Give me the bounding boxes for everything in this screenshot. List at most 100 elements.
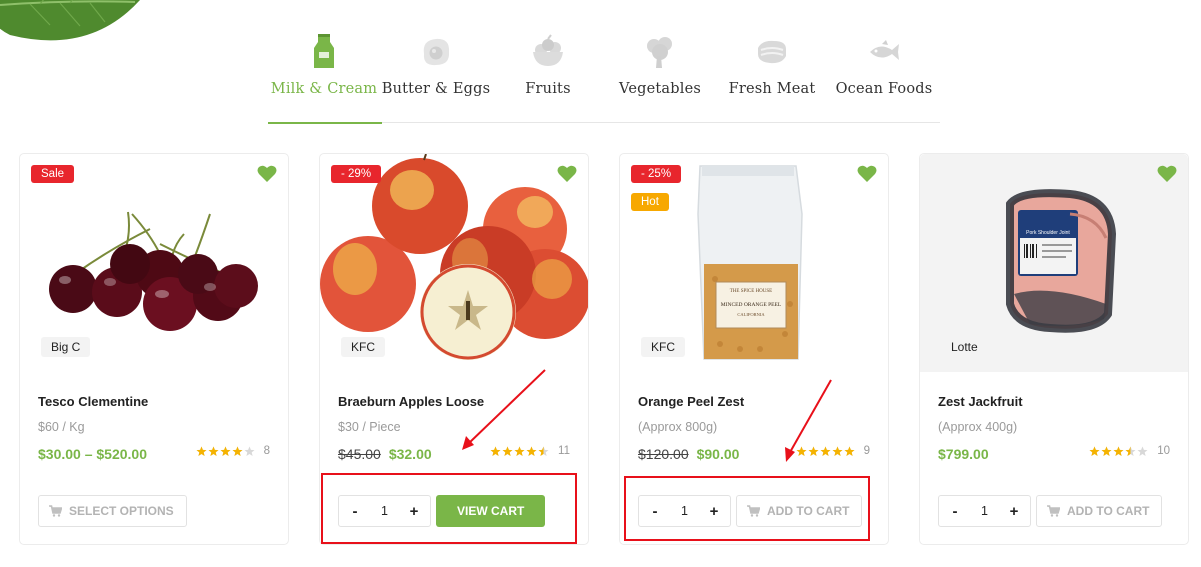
- cart-icon: [1047, 505, 1060, 517]
- tab-butter-eggs[interactable]: Butter & Eggs: [380, 28, 492, 123]
- review-count: 8: [263, 445, 270, 457]
- hot-badge: Hot: [631, 193, 669, 211]
- product-card: Pork Shoulder Joint Lotte Zest Jackfruit…: [919, 153, 1189, 545]
- star-full-icon: [808, 446, 819, 456]
- star-full-icon: [1089, 446, 1100, 456]
- old-price: $120.00: [638, 446, 689, 462]
- product-unit: $30 / Piece: [338, 420, 401, 434]
- add-to-cart-label: ADD TO CART: [1067, 504, 1150, 518]
- leaf-decoration: [0, 0, 140, 41]
- tab-label: Fresh Meat: [728, 81, 816, 97]
- tab-vegetables[interactable]: Vegetables: [604, 28, 716, 123]
- star-half-icon: [538, 446, 549, 456]
- product-name[interactable]: Zest Jackfruit: [938, 394, 1023, 409]
- package-label-text: Pork Shoulder Joint: [1026, 230, 1070, 236]
- star-full-icon: [526, 446, 537, 456]
- star-full-icon: [196, 446, 207, 456]
- product-price: $30.00 – $520.00: [38, 446, 147, 462]
- review-count: 11: [558, 445, 570, 457]
- product-price: $799.00: [938, 446, 989, 462]
- tab-label: Ocean Foods: [835, 81, 933, 97]
- star-half-icon: [1125, 446, 1136, 456]
- tab-milk-cream[interactable]: Milk & Cream: [268, 28, 382, 124]
- select-options-label: SELECT OPTIONS: [69, 504, 174, 518]
- tab-label: Fruits: [525, 81, 571, 97]
- tab-label: Vegetables: [619, 81, 701, 97]
- old-price: $45.00: [338, 446, 381, 462]
- vendor-tag[interactable]: KFC: [341, 337, 385, 357]
- tab-ocean-foods[interactable]: Ocean Foods: [828, 28, 940, 123]
- vendor-tag[interactable]: Lotte: [941, 337, 988, 357]
- star-full-icon: [820, 446, 831, 456]
- rating: 10: [1089, 443, 1170, 459]
- vendor-tag[interactable]: KFC: [641, 337, 685, 357]
- heart-icon[interactable]: [557, 165, 577, 183]
- discount-badge: - 29%: [331, 165, 382, 183]
- discount-badge: - 25%: [631, 165, 682, 183]
- decrease-qty-button[interactable]: -: [949, 503, 961, 520]
- current-price: $90.00: [696, 446, 740, 462]
- star-full-icon: [796, 446, 807, 456]
- star-full-icon: [232, 446, 243, 456]
- package-title-text: MINCED ORANGE PEEL: [721, 302, 782, 308]
- increase-qty-button[interactable]: +: [1008, 503, 1020, 520]
- rating: 8: [196, 443, 270, 459]
- cart-icon: [49, 505, 62, 517]
- review-count: 9: [863, 445, 870, 457]
- milk-carton-icon: [314, 34, 334, 68]
- star-full-icon: [1113, 446, 1124, 456]
- star-full-icon: [208, 446, 219, 456]
- tab-fresh-meat[interactable]: Fresh Meat: [716, 28, 828, 123]
- heart-icon[interactable]: [1157, 165, 1177, 183]
- product-unit: (Approx 800g): [638, 420, 718, 434]
- star-full-icon: [502, 446, 513, 456]
- star-full-icon: [490, 446, 501, 456]
- star-rating: [796, 446, 855, 457]
- annotation-box-view-cart: [321, 473, 577, 544]
- star-empty-icon: [1137, 446, 1148, 456]
- star-full-icon: [514, 446, 525, 456]
- star-empty-icon: [244, 446, 255, 456]
- product-actions: - 1 + ADD TO CART: [938, 495, 1163, 527]
- rating: 11: [490, 443, 570, 459]
- fish-icon: [870, 40, 899, 60]
- heart-icon[interactable]: [257, 165, 277, 183]
- star-full-icon: [1101, 446, 1112, 456]
- tab-fruits[interactable]: Fruits: [492, 28, 604, 123]
- product-name[interactable]: Tesco Clementine: [38, 394, 148, 409]
- product-unit: $60 / Kg: [38, 420, 85, 434]
- star-full-icon: [844, 446, 855, 456]
- vendor-tag[interactable]: Big C: [41, 337, 91, 357]
- quantity-stepper: - 1 +: [938, 495, 1031, 527]
- product-actions: SELECT OPTIONS: [38, 495, 187, 527]
- product-unit: (Approx 400g): [938, 420, 1018, 434]
- category-tabs: Milk & Cream Butter & Eggs Fruits Vegeta…: [268, 28, 940, 124]
- quantity-input[interactable]: 1: [981, 504, 988, 518]
- product-card: Sale Big C Tesco Clementine $60 / Kg $30…: [19, 153, 289, 545]
- star-rating: [196, 446, 255, 457]
- tab-label: Milk & Cream: [270, 81, 378, 97]
- broccoli-icon: [647, 37, 672, 68]
- steak-icon: [758, 40, 786, 64]
- product-price: $45.00 $32.00: [338, 446, 432, 462]
- current-price: $32.00: [388, 446, 432, 462]
- egg-icon: [423, 38, 450, 66]
- rating: 9: [796, 443, 870, 459]
- package-sub-text: CALIFORNIA: [737, 312, 765, 317]
- fruit-bowl-icon: [533, 34, 563, 66]
- select-options-button[interactable]: SELECT OPTIONS: [38, 495, 187, 527]
- add-to-cart-button[interactable]: ADD TO CART: [1036, 495, 1163, 527]
- current-price: $799.00: [938, 446, 989, 462]
- product-price: $120.00 $90.00: [638, 446, 739, 462]
- product-name[interactable]: Braeburn Apples Loose: [338, 394, 484, 409]
- annotation-box-add-to-cart: [624, 476, 870, 541]
- star-full-icon: [220, 446, 231, 456]
- review-count: 10: [1157, 445, 1170, 457]
- sale-badge: Sale: [31, 165, 75, 183]
- heart-icon[interactable]: [857, 165, 877, 183]
- product-name[interactable]: Orange Peel Zest: [638, 394, 744, 409]
- package-brand-text: THE SPICE HOUSE: [730, 289, 773, 294]
- star-rating: [1089, 446, 1148, 457]
- star-full-icon: [832, 446, 843, 456]
- tab-label: Butter & Eggs: [381, 81, 491, 97]
